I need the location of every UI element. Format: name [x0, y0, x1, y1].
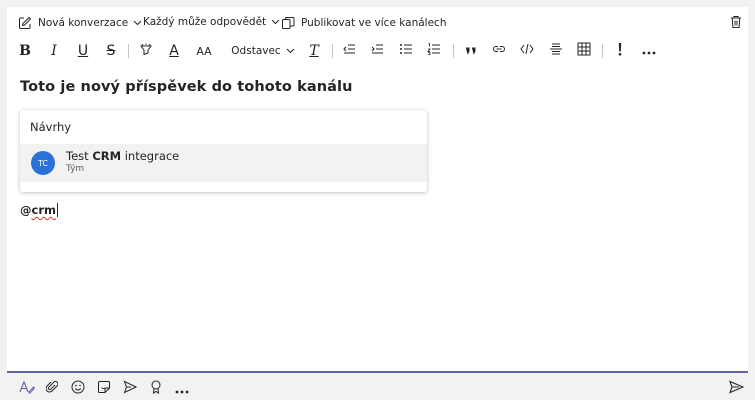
- suggestion-subtitle: Tým: [66, 164, 85, 174]
- emoji-icon: [71, 379, 85, 398]
- copy-icon: [281, 16, 295, 30]
- subject-input[interactable]: Toto je nový příspěvek do tohoto kanálu: [20, 79, 353, 95]
- attach-button[interactable]: [43, 379, 61, 397]
- increase-indent-icon: [370, 43, 384, 59]
- schedule-send-button[interactable]: [121, 379, 139, 397]
- emoji-button[interactable]: [69, 379, 87, 397]
- chevron-down-icon: [286, 45, 295, 57]
- trash-icon: [730, 15, 742, 29]
- mention-query: crm: [31, 203, 56, 217]
- publish-multiple-channels-button[interactable]: Publikovat ve více kanálech: [281, 16, 446, 30]
- paragraph-style-dropdown[interactable]: Odstavec: [231, 40, 295, 62]
- code-snippet-button[interactable]: [518, 40, 536, 62]
- quote-button[interactable]: [462, 40, 480, 62]
- insert-table-button[interactable]: [575, 40, 593, 62]
- highlight-button[interactable]: [137, 40, 155, 62]
- send-button[interactable]: [727, 379, 745, 397]
- more-icon: [642, 43, 656, 59]
- decrease-indent-button[interactable]: [340, 40, 358, 62]
- increase-indent-button[interactable]: [368, 40, 386, 62]
- bullet-list-icon: [399, 43, 413, 59]
- avatar: TC: [31, 151, 55, 175]
- strikethrough-button[interactable]: S: [102, 40, 120, 62]
- important-icon: [618, 42, 622, 60]
- table-icon: [577, 42, 591, 60]
- link-button[interactable]: [490, 40, 508, 62]
- more-options-button[interactable]: [640, 40, 658, 62]
- code-icon: [520, 43, 534, 59]
- reply-permission-label: Každý může odpovědět: [143, 16, 267, 28]
- format-icon: [19, 379, 36, 398]
- mention-prefix: @: [20, 203, 32, 217]
- font-color-button[interactable]: A: [165, 40, 183, 62]
- suggestion-name-prefix: Test: [66, 149, 93, 163]
- toolbar-divider: [332, 44, 333, 58]
- toolbar-divider: [602, 44, 603, 58]
- attach-icon: [45, 379, 59, 398]
- suggestions-header: Návrhy: [30, 120, 72, 134]
- text-caret: [56, 203, 58, 217]
- more-apps-button[interactable]: [173, 379, 191, 397]
- suggestion-name-match: CRM: [92, 149, 122, 163]
- bold-button[interactable]: B: [16, 40, 34, 62]
- compose-bottom-toolbar: [0, 375, 755, 400]
- bullet-list-button[interactable]: [397, 40, 415, 62]
- mark-important-button[interactable]: [611, 40, 629, 62]
- praise-button[interactable]: [147, 379, 165, 397]
- link-icon: [492, 43, 506, 59]
- message-body-input[interactable]: @crm: [20, 203, 58, 217]
- chevron-down-icon: [133, 20, 142, 26]
- suggestion-name-suffix: integrace: [121, 149, 180, 163]
- sticker-button[interactable]: [95, 379, 113, 397]
- send-icon: [728, 379, 744, 398]
- format-button[interactable]: [18, 379, 36, 397]
- praise-icon: [150, 379, 162, 398]
- publish-multiple-label: Publikovat ve více kanálech: [301, 17, 447, 29]
- font-size-button[interactable]: AA: [193, 40, 215, 62]
- schedule-send-icon: [123, 379, 138, 398]
- horizontal-rule-button[interactable]: [547, 40, 565, 62]
- toolbar-divider: [128, 44, 129, 58]
- new-conversation-button[interactable]: Nová konverzace: [18, 16, 142, 30]
- mention-suggestions-popup: Návrhy TC Test CRM integrace Tým: [20, 110, 427, 192]
- suggestion-item[interactable]: TC Test CRM integrace Tým: [20, 144, 427, 182]
- toolbar-divider: [453, 44, 454, 58]
- compose-box: Nová konverzace Každý může odpovědět Pub…: [7, 7, 748, 373]
- sticker-icon: [97, 379, 111, 398]
- numbered-list-button[interactable]: [425, 40, 443, 62]
- decrease-indent-icon: [342, 43, 356, 59]
- more-icon: [175, 379, 189, 398]
- horizontal-rule-icon: [549, 43, 563, 59]
- numbered-list-icon: [427, 42, 441, 59]
- highlight-icon: [139, 42, 153, 60]
- format-toolbar: B I U S A AA Odstavec T: [7, 40, 748, 62]
- italic-button[interactable]: I: [45, 40, 63, 62]
- compose-top-toolbar: Nová konverzace Každý může odpovědět Pub…: [7, 7, 748, 39]
- compose-icon: [18, 16, 32, 30]
- reply-permission-dropdown[interactable]: Každý může odpovědět: [143, 16, 280, 28]
- paragraph-style-label: Odstavec: [231, 45, 281, 57]
- chevron-down-icon: [271, 19, 280, 25]
- suggestion-name: Test CRM integrace: [66, 149, 179, 163]
- discard-button[interactable]: [730, 15, 742, 29]
- new-conversation-label: Nová konverzace: [38, 17, 129, 29]
- underline-button[interactable]: U: [74, 40, 92, 62]
- quote-icon: [465, 43, 477, 59]
- clear-formatting-button[interactable]: T: [305, 40, 323, 62]
